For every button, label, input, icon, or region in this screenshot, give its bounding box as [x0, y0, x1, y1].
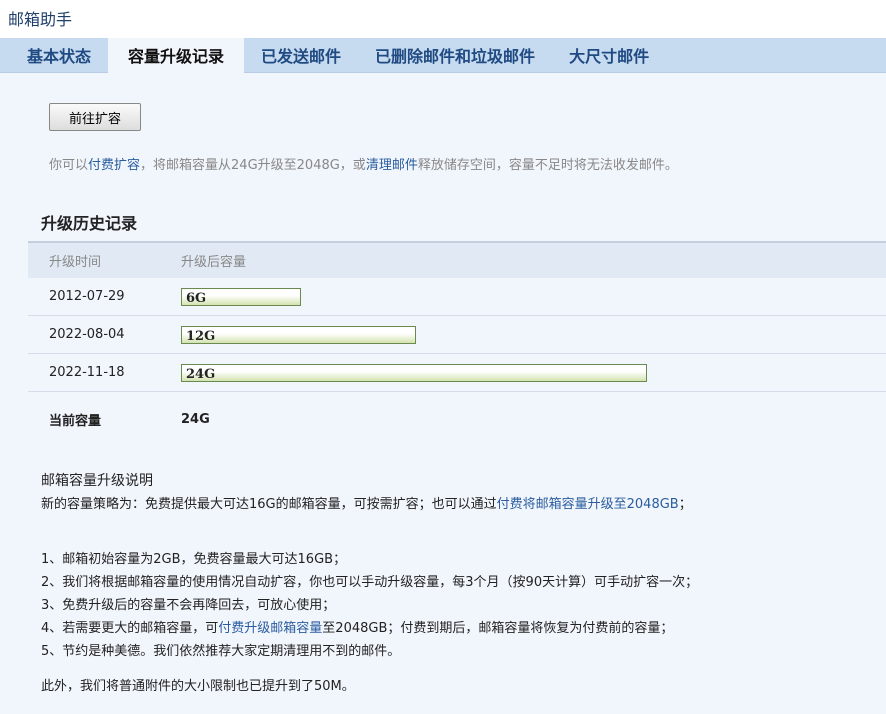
tab-basic-status[interactable]: 基本状态 — [10, 38, 108, 72]
footer-note: 此外，我们将普通附件的大小限制也已提升到了50M。 — [41, 675, 698, 698]
history-table: 升级时间升级后容量 2012-07-296G2022-08-0412G2022-… — [28, 241, 886, 446]
upgrade-date: 2022-08-04 — [28, 316, 180, 354]
col-time: 升级时间 — [28, 242, 180, 278]
capacity-bar: 12G — [181, 326, 416, 344]
capacity-cell: 6G — [180, 278, 886, 316]
note-item: 1、邮箱初始容量为2GB，免费容量最大可达16GB； — [41, 548, 698, 571]
table-header: 升级时间升级后容量 — [28, 242, 886, 278]
history-title: 升级历史记录 — [41, 210, 137, 234]
col-capacity: 升级后容量 — [180, 242, 886, 278]
capacity-bar: 24G — [181, 364, 647, 382]
table-row: 2022-11-1824G — [28, 354, 886, 392]
capacity-bar: 6G — [181, 288, 301, 306]
policy-text: 新的容量策略为：免费提供最大可达16G的邮箱容量，可按需扩容；也可以通过付费将邮… — [41, 493, 698, 516]
tab-sent-mail[interactable]: 已发送邮件 — [244, 38, 358, 72]
upgrade-notes: 邮箱容量升级说明 新的容量策略为：免费提供最大可达16G的邮箱容量，可按需扩容；… — [41, 470, 698, 698]
expand-capacity-button[interactable]: 前往扩容 — [49, 103, 141, 131]
note-item: 5、节约是种美德。我们依然推荐大家定期清理用不到的邮件。 — [41, 640, 698, 663]
capacity-cell: 12G — [180, 316, 886, 354]
paid-expand-link[interactable]: 付费扩容 — [88, 158, 140, 173]
paid-upgrade-link-2[interactable]: 付费升级邮箱容量 — [218, 621, 322, 636]
current-label: 当前容量 — [28, 392, 180, 447]
tab-large-mail[interactable]: 大尺寸邮件 — [552, 38, 666, 72]
tab-upgrade-history[interactable]: 容量升级记录 — [108, 38, 244, 73]
note-text: 4、若需要更大的邮箱容量，可 — [41, 621, 218, 636]
hint-text: 你可以 — [49, 158, 88, 173]
upgrade-date: 2022-11-18 — [28, 354, 180, 392]
policy-desc: 新的容量策略为：免费提供最大可达16G的邮箱容量，可按需扩容；也可以通过 — [41, 497, 497, 512]
capacity-hint: 你可以付费扩容，将邮箱容量从24G升级至2048G，或清理邮件释放储存空间，容量… — [49, 154, 678, 173]
current-capacity-row: 当前容量24G — [28, 392, 886, 447]
notes-heading: 邮箱容量升级说明 — [41, 470, 698, 493]
hint-text: 释放储存空间，容量不足时将无法收发邮件。 — [418, 158, 678, 173]
note-item: 3、免费升级后的容量不会再降回去，可放心使用； — [41, 594, 698, 617]
table-row: 2012-07-296G — [28, 278, 886, 316]
tab-bar: 基本状态 容量升级记录 已发送邮件 已删除邮件和垃圾邮件 大尺寸邮件 — [0, 38, 886, 73]
upgrade-date: 2012-07-29 — [28, 278, 180, 316]
capacity-cell: 24G — [180, 354, 886, 392]
note-item: 4、若需要更大的邮箱容量，可付费升级邮箱容量至2048GB；付费到期后，邮箱容量… — [41, 617, 698, 640]
note-item: 2、我们将根据邮箱容量的使用情况自动扩容，你也可以手动升级容量，每3个月（按90… — [41, 571, 698, 594]
table-row: 2022-08-0412G — [28, 316, 886, 354]
app-title: 邮箱助手 — [0, 0, 886, 38]
clean-mail-link[interactable]: 清理邮件 — [366, 158, 418, 173]
note-text: 至2048GB；付费到期后，邮箱容量将恢复为付费前的容量； — [322, 621, 673, 636]
tab-deleted-spam[interactable]: 已删除邮件和垃圾邮件 — [358, 38, 552, 72]
hint-text: ，将邮箱容量从24G升级至2048G，或 — [140, 158, 366, 173]
paid-upgrade-link[interactable]: 付费将邮箱容量升级至2048GB — [497, 497, 679, 512]
current-value: 24G — [180, 392, 886, 447]
policy-end: ； — [679, 497, 692, 512]
